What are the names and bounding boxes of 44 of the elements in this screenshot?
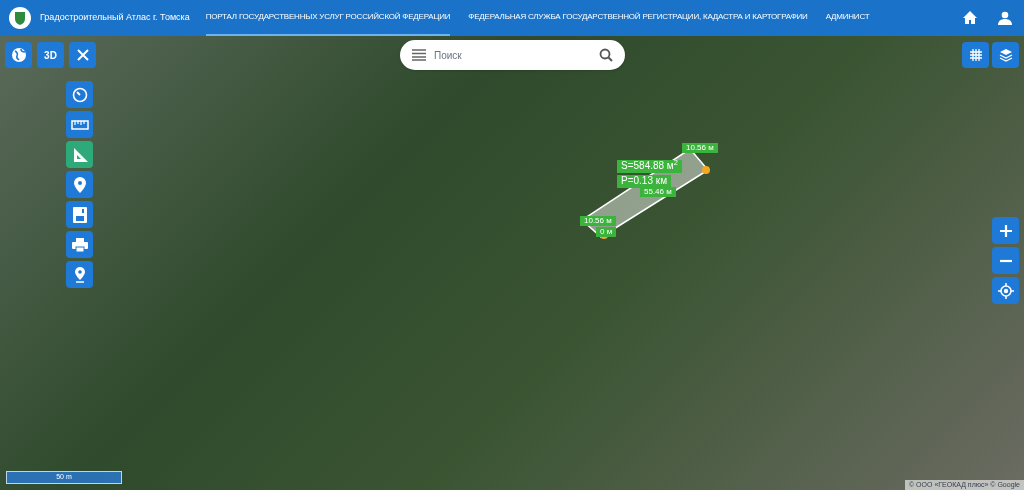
save-icon xyxy=(72,206,87,223)
measurement-label: 10.56 м xyxy=(682,143,718,153)
measurement-label: 0 м xyxy=(596,227,617,237)
tool-button[interactable] xyxy=(66,231,93,258)
plus-icon xyxy=(999,224,1012,237)
clock-icon xyxy=(71,86,88,103)
nav-link[interactable]: АДМИНИСТ xyxy=(825,0,870,36)
ruler-icon xyxy=(70,119,89,130)
measurement-label: 55.46 м xyxy=(640,187,676,197)
crosshair-icon xyxy=(997,282,1014,299)
mode-3d-button[interactable]: 3D xyxy=(37,42,64,68)
map-marker-icon xyxy=(73,266,86,283)
close-icon xyxy=(76,49,89,61)
measurement-label: 10.56 м xyxy=(580,216,616,226)
emblem-icon xyxy=(8,6,32,30)
tool-button[interactable] xyxy=(66,111,93,138)
home-icon[interactable] xyxy=(962,10,978,26)
layers-button[interactable] xyxy=(992,42,1019,68)
globe-button[interactable] xyxy=(5,42,32,68)
tool-button[interactable] xyxy=(66,171,93,198)
globe-icon xyxy=(10,47,27,63)
search-icon[interactable] xyxy=(599,48,613,62)
menu-icon[interactable] xyxy=(412,49,426,61)
zoom-in-button[interactable] xyxy=(992,217,1019,244)
measurement-label: S=584.88 м$^{2}$ xyxy=(617,160,682,173)
tool-button[interactable] xyxy=(66,201,93,228)
nav-link[interactable]: ФЕДЕРАЛЬНАЯ СЛУЖБА ГОСУДАРСТВЕННОЙ РЕГИСТРАЦИИ, КАДАСТРА И КАРТОГРАФИИ xyxy=(468,0,808,36)
user-icon[interactable] xyxy=(998,11,1012,25)
measurement-label: P=0.13 км xyxy=(617,175,671,188)
tool-button[interactable] xyxy=(66,81,93,108)
locate-button[interactable] xyxy=(992,277,1019,304)
print-icon xyxy=(71,237,88,252)
app-title[interactable]: Градостроительный Атлас г. Томска xyxy=(40,11,190,25)
satellite-map[interactable] xyxy=(0,36,1024,490)
search-field[interactable]: Поиск xyxy=(400,40,625,70)
grid-icon xyxy=(968,48,983,62)
layers-icon xyxy=(998,48,1013,62)
zoom-out-button[interactable] xyxy=(992,247,1019,274)
close-button[interactable] xyxy=(69,42,96,68)
search-input[interactable]: Поиск xyxy=(434,47,591,63)
tool-button[interactable] xyxy=(66,261,93,288)
location-pin-icon xyxy=(73,176,86,193)
grid-button[interactable] xyxy=(962,42,989,68)
tool-button[interactable] xyxy=(66,141,93,168)
